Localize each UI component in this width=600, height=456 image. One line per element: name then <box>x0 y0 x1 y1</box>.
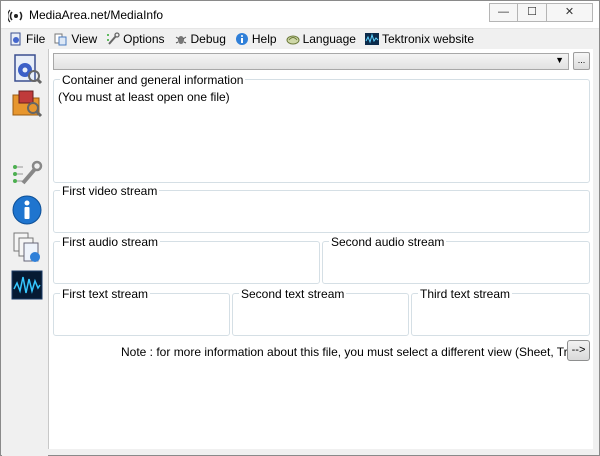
sidebar-export-button[interactable] <box>11 231 43 263</box>
app-icon <box>8 9 23 23</box>
groupbox-text1: First text stream <box>53 287 230 336</box>
menu-debug[interactable]: Debug <box>174 30 226 48</box>
sidebar-tektronix-button[interactable] <box>11 269 43 301</box>
menu-file-label: File <box>26 32 46 46</box>
menu-view[interactable]: View <box>54 30 97 48</box>
groupbox-general: Container and general information (You m… <box>53 73 590 183</box>
menu-help[interactable]: Help <box>235 30 277 48</box>
groupbox-text3: Third text stream <box>411 287 590 336</box>
group-title-text3: Third text stream <box>418 287 513 301</box>
group-title-general: Container and general information <box>60 73 246 87</box>
about-icon <box>12 195 42 225</box>
group-title-audio2: Second audio stream <box>329 235 447 249</box>
view-icon <box>54 33 67 46</box>
menu-options[interactable]: Options <box>106 30 165 48</box>
menu-options-label: Options <box>123 32 165 46</box>
group-title-text1: First text stream <box>60 287 151 301</box>
sidebar-preferences-button[interactable] <box>11 157 43 189</box>
window-controls: — ☐ ✕ <box>489 3 593 22</box>
browse-button[interactable]: ... <box>573 52 590 70</box>
sidebar-toolbar <box>2 49 48 456</box>
export-icon <box>13 232 40 262</box>
menu-language[interactable]: Language <box>286 30 356 48</box>
debug-icon <box>175 36 186 44</box>
sidebar-about-button[interactable] <box>11 194 43 226</box>
tektronix-icon <box>364 33 379 45</box>
window-title: MediaArea.net/MediaInfo <box>29 8 164 22</box>
close-button[interactable]: ✕ <box>547 3 593 22</box>
groupbox-text2: Second text stream <box>232 287 409 336</box>
title-bar: MediaArea.net/MediaInfo — ☐ ✕ <box>1 1 599 29</box>
groupbox-video1: First video stream <box>53 184 590 233</box>
menu-debug-label: Debug <box>190 32 226 46</box>
group-title-text2: Second text stream <box>239 287 347 301</box>
menu-view-label: View <box>71 32 98 46</box>
group-title-video1: First video stream <box>60 184 160 198</box>
sidebar-open-file-button[interactable] <box>11 53 43 85</box>
open-file-icon <box>14 54 43 85</box>
open-folder-icon <box>12 90 43 118</box>
menu-help-label: Help <box>251 32 277 46</box>
main-window: MediaArea.net/MediaInfo — ☐ ✕ File View <box>0 0 600 456</box>
menu-language-label: Language <box>302 32 356 46</box>
menu-tektronix-website[interactable]: Tektronix website <box>364 30 474 48</box>
help-icon <box>235 33 248 45</box>
general-info-text: (You must at least open one file) <box>58 90 230 104</box>
menu-file[interactable]: File <box>9 30 45 48</box>
maximize-button[interactable]: ☐ <box>518 3 547 22</box>
options-icon <box>107 32 120 45</box>
preferences-icon <box>13 160 43 185</box>
group-title-audio1: First audio stream <box>60 235 161 249</box>
groupbox-audio1: First audio stream <box>53 235 320 284</box>
file-select-dropdown[interactable]: ▼ <box>53 53 569 70</box>
minimize-button[interactable]: — <box>489 3 518 22</box>
content-panel: ▼ ... Container and general information … <box>48 49 593 449</box>
groupbox-audio2: Second audio stream <box>322 235 590 284</box>
language-icon <box>286 35 300 45</box>
sidebar-open-folder-button[interactable] <box>11 87 43 119</box>
file-icon <box>10 32 21 46</box>
next-view-button[interactable]: --> <box>567 340 590 361</box>
tektronix-waveform-icon <box>11 270 43 300</box>
note-text: Note : for more information about this f… <box>121 345 591 359</box>
chevron-down-icon: ▼ <box>555 55 564 65</box>
menu-tektronix-label: Tektronix website <box>381 32 474 46</box>
menu-bar: File View Options Debug Help Language Te… <box>1 30 599 48</box>
